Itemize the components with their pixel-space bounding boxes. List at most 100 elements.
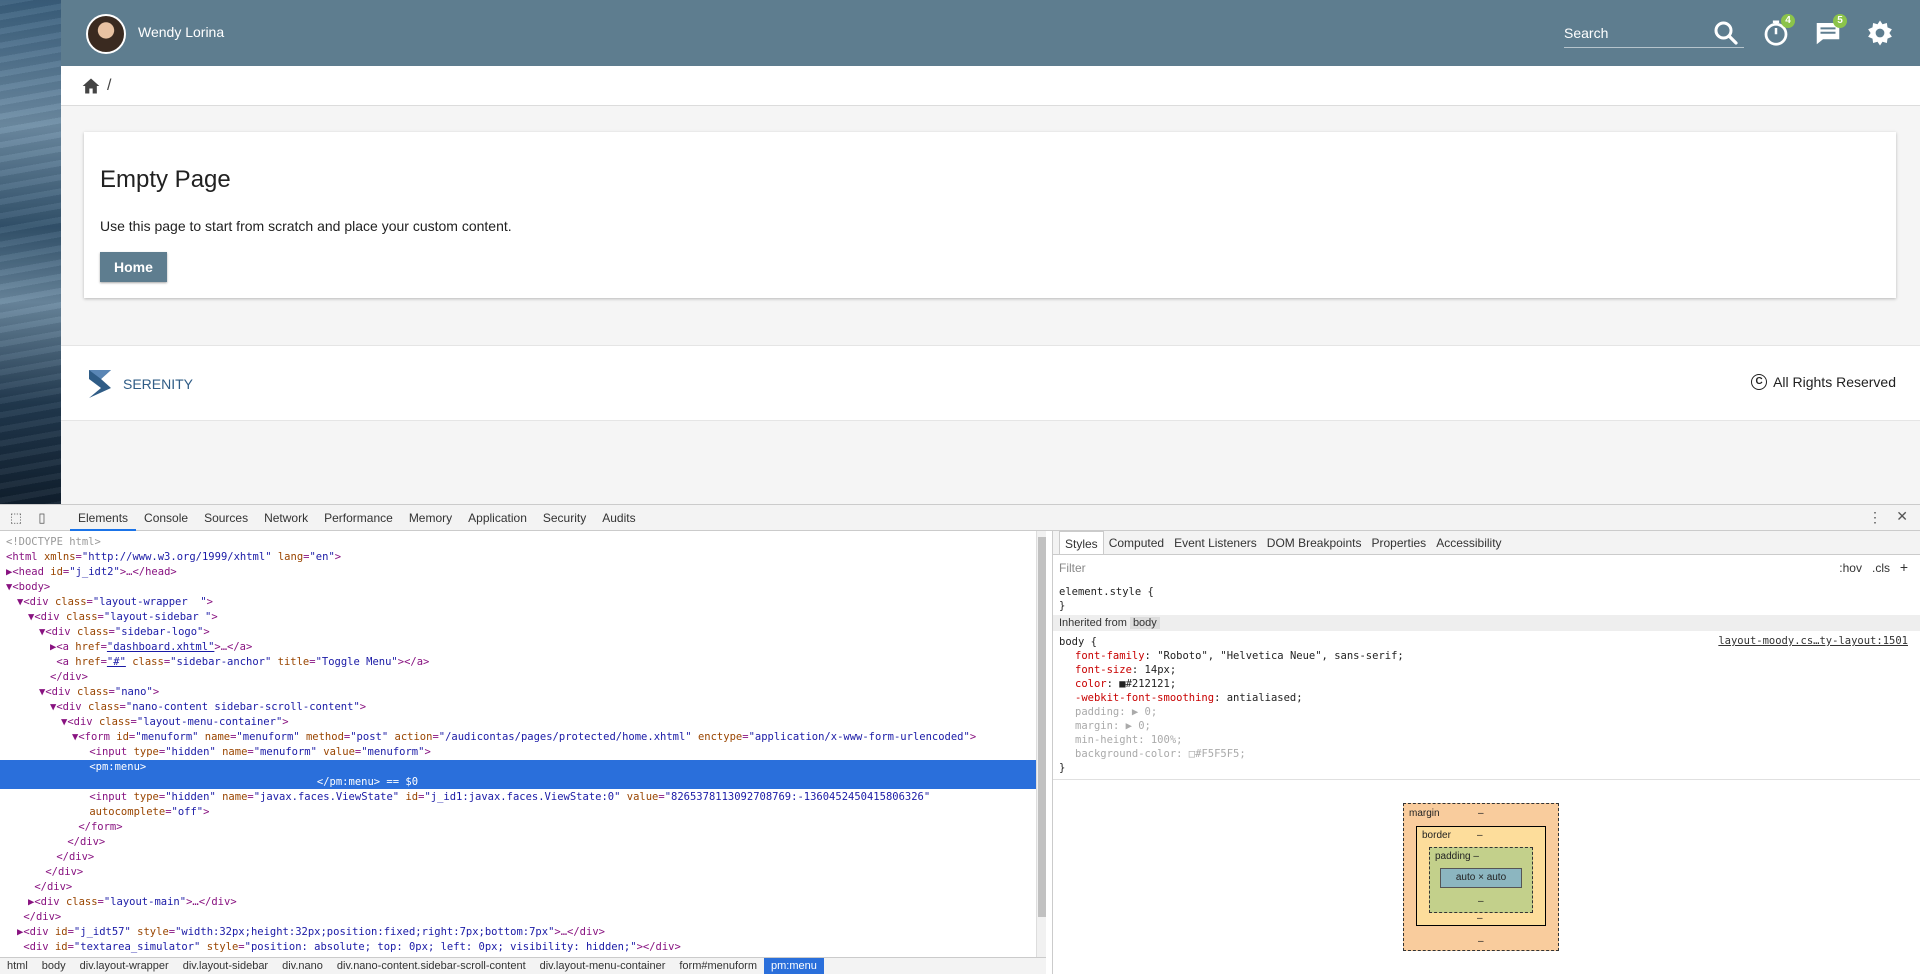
dom-node-line[interactable]: </div>	[0, 865, 1036, 880]
styles-tabs: Styles Computed Event Listeners DOM Breakpo…	[1053, 531, 1920, 555]
dom-crumb[interactable]: html	[0, 958, 35, 974]
hov-toggle[interactable]: :hov	[1839, 561, 1862, 575]
search-icon[interactable]	[1711, 18, 1741, 48]
padding-label-text: padding	[1435, 851, 1471, 862]
sidebar[interactable]	[0, 0, 61, 504]
css-property[interactable]: background-color: □#F5F5F5;	[1075, 747, 1404, 761]
close-icon[interactable]: ✕	[1896, 508, 1908, 525]
dom-crumb[interactable]: div.layout-wrapper	[73, 958, 176, 974]
dom-node-line[interactable]: autocomplete="off">	[0, 805, 1036, 820]
more-options-icon[interactable]: ⋮	[1868, 509, 1882, 526]
footer-brand: SERENITY	[123, 376, 194, 392]
styles-tab-styles[interactable]: Styles	[1059, 531, 1104, 554]
css-property[interactable]: -webkit-font-smoothing: antialiased;	[1075, 691, 1404, 705]
dom-node-line[interactable]: <input type="hidden" name="javax.faces.V…	[0, 790, 1036, 805]
dom-node-line[interactable]: ▼<div class="layout-sidebar ">	[0, 610, 1036, 625]
new-rule-icon[interactable]: +	[1900, 559, 1908, 575]
dom-crumb[interactable]: pm:menu	[764, 958, 824, 974]
dom-node-line[interactable]: </div>	[0, 880, 1036, 895]
inherited-label: Inherited from	[1059, 617, 1127, 629]
dom-node-line[interactable]: </form>	[0, 820, 1036, 835]
devtools-tab-console[interactable]: Console	[136, 505, 196, 531]
avatar[interactable]	[86, 14, 126, 54]
devtools-panel: ⬚ ▯ Elements Console Sources Network Perform…	[0, 504, 1920, 974]
topbar: Wendy Lorina 4 5	[61, 0, 1920, 66]
messages-icon[interactable]: 5	[1813, 14, 1847, 48]
styles-tab-event-listeners[interactable]: Event Listeners	[1169, 531, 1262, 554]
dom-node-line[interactable]: ▼<body>	[0, 580, 1036, 595]
dom-node-line[interactable]: ▶<a href="dashboard.xhtml">…</a>	[0, 640, 1036, 655]
dom-node-line[interactable]: </div>	[0, 670, 1036, 685]
margin-top-value: –	[1478, 808, 1484, 819]
dom-node-line[interactable]: ▶<div class="layout-main">…</div>	[0, 895, 1036, 910]
devtools-tab-application[interactable]: Application	[460, 505, 535, 531]
devtools-tab-elements[interactable]: Elements	[70, 505, 137, 531]
dom-crumb[interactable]: div.layout-menu-container	[533, 958, 673, 974]
box-model-border[interactable]: border – padding – auto × auto – –	[1416, 826, 1546, 926]
dom-node-line[interactable]: <div id="textarea_simulator" style="posi…	[0, 940, 1036, 955]
styles-filter-input[interactable]: Filter	[1059, 561, 1086, 575]
css-property[interactable]: color: ■#212121;	[1075, 677, 1404, 691]
box-model-margin[interactable]: margin – border – padding – auto × auto …	[1403, 803, 1559, 951]
dom-node-line[interactable]: <input type="hidden" name="menuform" val…	[0, 745, 1036, 760]
css-property[interactable]: font-family: "Roboto", "Helvetica Neue",…	[1075, 649, 1404, 663]
dom-node-line[interactable]: ▼<div class="layout-menu-container">	[0, 715, 1036, 730]
dom-crumb[interactable]: div.nano-content.sidebar-scroll-content	[330, 958, 533, 974]
timer-icon[interactable]: 4	[1761, 14, 1795, 48]
dom-node-line[interactable]: ▼<form id="menuform" name="menuform" met…	[0, 730, 1036, 745]
dom-node-line[interactable]: ▶<div id="j_idt57" style="width:32px;hei…	[0, 925, 1036, 940]
dom-node-line[interactable]: ▶<head id="j_idt2">…</head>	[0, 565, 1036, 580]
css-property[interactable]: font-size: 14px;	[1075, 663, 1404, 677]
box-model-padding[interactable]: padding – auto × auto –	[1429, 847, 1533, 913]
search-input[interactable]	[1564, 22, 1714, 41]
inherited-tag[interactable]: body	[1129, 617, 1160, 629]
css-property[interactable]: min-height: 100%;	[1075, 733, 1404, 747]
dom-crumb[interactable]: div.layout-sidebar	[176, 958, 275, 974]
breadcrumb-separator: /	[107, 77, 112, 94]
devtools-tab-performance[interactable]: Performance	[316, 505, 401, 531]
selected-dom-node[interactable]: <pm:menu> </pm:menu> == $0	[0, 760, 1036, 789]
styles-tab-properties[interactable]: Properties	[1366, 531, 1431, 554]
dom-crumb[interactable]: body	[35, 958, 73, 974]
dom-crumb[interactable]: div.nano	[275, 958, 330, 974]
dom-crumb[interactable]: form#menuform	[672, 958, 764, 974]
element-style-rule[interactable]: element.style { }	[1059, 585, 1154, 613]
dom-node-line[interactable]: <html xmlns="http://www.w3.org/1999/xhtm…	[0, 550, 1036, 565]
dom-node-line[interactable]: <a href="#" class="sidebar-anchor" title…	[0, 655, 1036, 670]
dom-node-line[interactable]: ▼<div class="layout-wrapper ">	[0, 595, 1036, 610]
hov-cls-toggles[interactable]: :hov .cls	[1839, 561, 1890, 575]
dom-node-line[interactable]: </div>	[0, 910, 1036, 925]
cls-toggle[interactable]: .cls	[1872, 561, 1890, 575]
rule-source-link[interactable]: layout-moody.cs…ty-layout:1501	[1718, 635, 1908, 647]
body-rule-selector[interactable]: body {	[1059, 635, 1097, 649]
devtools-tab-audits[interactable]: Audits	[594, 505, 643, 531]
styles-tab-dom-breakpoints[interactable]: DOM Breakpoints	[1262, 531, 1367, 554]
dom-node-line[interactable]: </div>	[0, 850, 1036, 865]
gear-icon[interactable]	[1865, 18, 1895, 48]
box-model-content[interactable]: auto × auto	[1440, 868, 1522, 888]
dom-node-line[interactable]: <!DOCTYPE html>	[0, 535, 1036, 550]
css-property[interactable]: margin: ▶ 0;	[1075, 719, 1404, 733]
dom-node-line[interactable]: ▼<div class="sidebar-logo">	[0, 625, 1036, 640]
dom-node-line[interactable]: </div>	[0, 835, 1036, 850]
css-property[interactable]: padding: ▶ 0;	[1075, 705, 1404, 719]
body-rule-props[interactable]: font-family: "Roboto", "Helvetica Neue",…	[1075, 649, 1404, 761]
username[interactable]: Wendy Lorina	[138, 24, 224, 40]
styles-tab-accessibility[interactable]: Accessibility	[1431, 531, 1506, 554]
devtools-tab-sources[interactable]: Sources	[196, 505, 256, 531]
inspect-element-icon[interactable]: ⬚	[8, 510, 24, 526]
padding-label: padding –	[1435, 851, 1479, 862]
dom-node-line[interactable]: ▼<div class="nano">	[0, 685, 1036, 700]
devtools-tab-security[interactable]: Security	[535, 505, 594, 531]
devtools-tabs: Elements Console Sources Network Performance…	[70, 505, 644, 531]
home-icon[interactable]	[81, 76, 101, 96]
home-button[interactable]: Home	[100, 252, 167, 282]
styles-tab-computed[interactable]: Computed	[1104, 531, 1169, 554]
devtools-tab-memory[interactable]: Memory	[401, 505, 460, 531]
device-toggle-icon[interactable]: ▯	[34, 510, 50, 526]
elements-scrollbar[interactable]	[1036, 531, 1046, 961]
elements-tree[interactable]: <!DOCTYPE html> <html xmlns="http://www.w…	[0, 531, 1046, 961]
devtools-tab-network[interactable]: Network	[256, 505, 316, 531]
dom-node-line[interactable]: ▼<div class="nano-content sidebar-scroll…	[0, 700, 1036, 715]
scrollbar-thumb[interactable]	[1038, 537, 1046, 917]
